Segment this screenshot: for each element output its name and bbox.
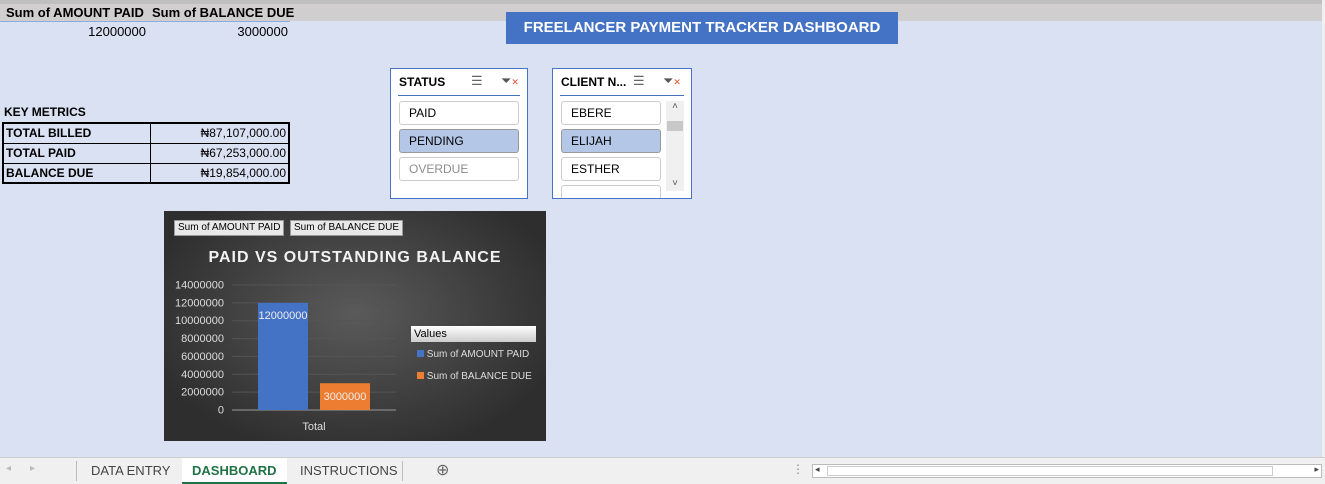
metric-value[interactable]: ₦67,253,000.00 xyxy=(149,142,290,164)
scroll-left-icon[interactable]: ◂ xyxy=(6,463,11,474)
divider xyxy=(0,21,290,22)
divider xyxy=(398,95,520,96)
legend-label: Sum of AMOUNT PAID xyxy=(426,349,530,360)
divider xyxy=(402,461,403,481)
paid-vs-outstanding-chart[interactable]: Sum of AMOUNT PAID Sum of BALANCE DUE PA… xyxy=(164,211,546,441)
data-label: 3000000 xyxy=(324,391,367,403)
sheet-tab-bar: ◂ ▸ DATA ENTRY DASHBOARD INSTRUCTIONS ⊕ … xyxy=(0,457,1325,484)
pivot-header-balance-due[interactable]: Sum of BALANCE DUE xyxy=(152,4,294,21)
clear-filter-icon[interactable]: ⏷✕ xyxy=(663,73,681,89)
slicer-item-paid[interactable]: PAID xyxy=(399,101,519,125)
scroll-down-icon[interactable]: ˅ xyxy=(666,178,684,189)
key-metrics-table: TOTAL BILLED ₦87,107,000.00 TOTAL PAID ₦67… xyxy=(2,122,290,184)
add-sheet-icon[interactable]: ⊕ xyxy=(436,460,449,480)
metric-label[interactable]: TOTAL PAID xyxy=(2,142,151,164)
pivot-header-amount-paid[interactable]: Sum of AMOUNT PAID xyxy=(6,4,144,21)
slicer-item-elijah[interactable]: ELIJAH xyxy=(561,129,661,153)
y-tick-label: 12000000 xyxy=(175,297,224,309)
scroll-up-icon[interactable]: ˄ xyxy=(666,101,684,112)
client-slicer[interactable]: CLIENT N... ☰ ⏷✕ EBERE ELIJAH ESTHER ˄ ˅ xyxy=(552,68,692,199)
table-row: TOTAL PAID ₦67,253,000.00 xyxy=(2,142,290,164)
pivot-value-balance-due[interactable]: 3000000 xyxy=(150,24,288,39)
dashboard-title: FREELANCER PAYMENT TRACKER DASHBOARD xyxy=(506,12,898,44)
y-tick-label: 8000000 xyxy=(181,333,224,345)
y-tick-label: 2000000 xyxy=(181,387,224,399)
legend-swatch xyxy=(417,350,424,357)
metric-value[interactable]: ₦87,107,000.00 xyxy=(149,122,290,144)
legend-swatch xyxy=(417,372,424,379)
scroll-right-icon[interactable]: ▸ xyxy=(1314,464,1319,475)
y-tick-label: 10000000 xyxy=(175,315,224,327)
divider xyxy=(76,461,77,481)
multi-select-icon[interactable]: ☰ xyxy=(633,73,645,89)
splitter-handle[interactable]: ⋮ xyxy=(792,462,804,476)
tab-data-entry[interactable]: DATA ENTRY xyxy=(81,458,180,484)
slicer-item-overdue[interactable]: OVERDUE xyxy=(399,157,519,181)
legend-item-balance-due[interactable]: Sum of BALANCE DUE xyxy=(417,371,532,382)
scroll-left-icon[interactable]: ◂ xyxy=(815,464,820,475)
pivot-value-amount-paid[interactable]: 12000000 xyxy=(0,24,146,39)
y-tick-label: 0 xyxy=(218,405,224,417)
tab-instructions[interactable]: INSTRUCTIONS xyxy=(290,458,408,484)
slicer-item-esther[interactable]: ESTHER xyxy=(561,157,661,181)
y-tick-label: 6000000 xyxy=(181,351,224,363)
multi-select-icon[interactable]: ☰ xyxy=(471,73,483,89)
client-slicer-title: CLIENT N... xyxy=(561,75,627,89)
scroll-right-icon[interactable]: ▸ xyxy=(30,463,35,474)
key-metrics-title: KEY METRICS xyxy=(4,105,86,119)
slicer-item-pending[interactable]: PENDING xyxy=(399,129,519,153)
status-slicer-title: STATUS xyxy=(399,75,446,89)
slicer-item-ebere[interactable]: EBERE xyxy=(561,101,661,125)
table-row: BALANCE DUE ₦19,854,000.00 xyxy=(2,162,290,184)
data-label: 12000000 xyxy=(259,310,308,322)
scroll-thumb[interactable] xyxy=(827,466,1273,476)
y-tick-label: 4000000 xyxy=(181,369,224,381)
legend-label: Sum of BALANCE DUE xyxy=(426,371,532,382)
scroll-thumb[interactable] xyxy=(667,121,683,131)
horizontal-scrollbar[interactable]: ◂ ▸ xyxy=(812,464,1322,478)
metric-label[interactable]: TOTAL BILLED xyxy=(2,122,151,144)
x-category-label: Total xyxy=(302,421,325,433)
clear-filter-icon[interactable]: ⏷✕ xyxy=(501,73,519,89)
status-slicer[interactable]: STATUS ☰ ⏷✕ PAID PENDING OVERDUE xyxy=(390,68,528,199)
scrollbar[interactable]: ˄ ˅ xyxy=(666,101,684,191)
legend-item-amount-paid[interactable]: Sum of AMOUNT PAID xyxy=(417,349,529,360)
metric-value[interactable]: ₦19,854,000.00 xyxy=(149,162,290,184)
metric-label[interactable]: BALANCE DUE xyxy=(2,162,151,184)
table-row: TOTAL BILLED ₦87,107,000.00 xyxy=(2,122,290,144)
slicer-item-partial[interactable] xyxy=(561,185,661,198)
divider xyxy=(560,95,684,96)
y-tick-label: 14000000 xyxy=(175,280,224,292)
legend-title: Values xyxy=(411,326,536,342)
tab-dashboard[interactable]: DASHBOARD xyxy=(182,458,287,484)
